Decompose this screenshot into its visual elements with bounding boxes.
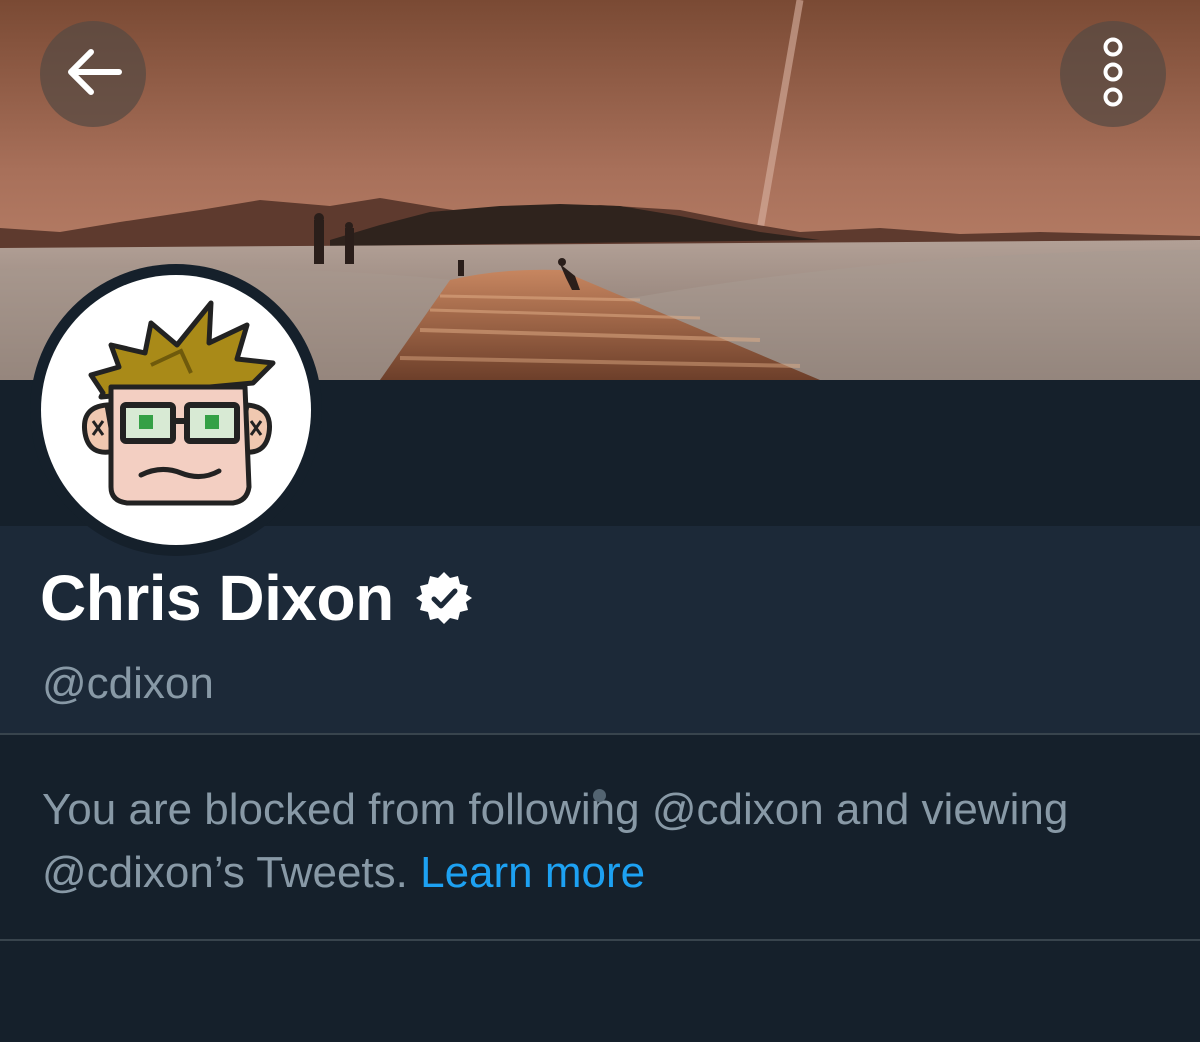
profile-handle: @cdixon (42, 659, 214, 708)
profile-name-row: Chris Dixon (40, 558, 472, 638)
back-button[interactable] (40, 21, 146, 127)
scroll-indicator (593, 789, 606, 802)
divider (0, 733, 1200, 735)
more-vertical-icon (1098, 37, 1128, 112)
verified-badge-icon (415, 570, 472, 626)
avatar-image (41, 275, 311, 545)
arrow-left-icon (63, 47, 123, 102)
display-name: Chris Dixon (40, 562, 394, 634)
divider (0, 939, 1200, 941)
learn-more-link[interactable]: Learn more (420, 848, 645, 897)
profile-avatar[interactable] (30, 264, 322, 556)
more-options-button[interactable] (1060, 21, 1166, 127)
profile-screen: Chris Dixon @cdixon You are blocked from… (0, 0, 1200, 1042)
